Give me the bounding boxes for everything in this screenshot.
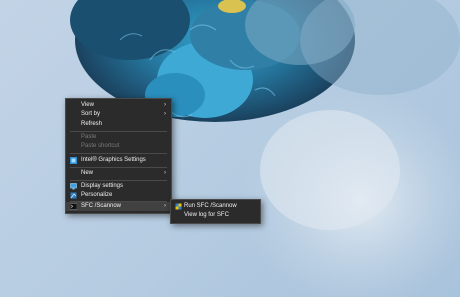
menu-item-label: SFC /Scannow bbox=[81, 203, 122, 209]
submenu-item-run-sfc[interactable]: Run SFC /Scannow bbox=[171, 202, 260, 211]
menu-item-sort-by[interactable]: Sort by › bbox=[66, 110, 171, 119]
desktop-context-menu: View › Sort by › Refresh Paste Paste sho… bbox=[65, 98, 172, 214]
terminal-icon bbox=[70, 203, 77, 210]
menu-item-sfc-scannow[interactable]: SFC /Scannow › bbox=[66, 202, 171, 211]
menu-item-intel-graphics-settings[interactable]: Intel® Graphics Settings bbox=[66, 156, 171, 165]
desktop[interactable]: View › Sort by › Refresh Paste Paste sho… bbox=[0, 0, 460, 297]
menu-separator bbox=[70, 167, 167, 168]
menu-item-refresh[interactable]: Refresh bbox=[66, 120, 171, 129]
menu-item-paste-shortcut[interactable]: Paste shortcut bbox=[66, 142, 171, 151]
intel-graphics-icon bbox=[70, 157, 77, 164]
menu-item-label: Sort by bbox=[81, 111, 101, 117]
menu-separator bbox=[70, 180, 167, 181]
submenu-item-label: Run SFC /Scannow bbox=[184, 203, 237, 209]
chevron-right-icon: › bbox=[164, 203, 166, 209]
menu-item-label: Paste bbox=[81, 134, 97, 140]
menu-item-label: New bbox=[81, 170, 94, 176]
menu-separator bbox=[70, 131, 167, 132]
menu-item-label: View bbox=[81, 102, 94, 108]
menu-item-label: Refresh bbox=[81, 121, 103, 127]
shield-icon bbox=[175, 203, 182, 210]
submenu-item-label: View log for SFC bbox=[184, 212, 229, 218]
menu-separator bbox=[70, 153, 167, 154]
submenu-item-view-log[interactable]: View log for SFC bbox=[171, 211, 260, 220]
chevron-right-icon: › bbox=[164, 102, 166, 108]
menu-item-display-settings[interactable]: Display settings bbox=[66, 182, 171, 191]
personalize-icon bbox=[70, 192, 77, 199]
sfc-submenu: Run SFC /Scannow View log for SFC bbox=[170, 199, 261, 224]
menu-item-personalize[interactable]: Personalize bbox=[66, 191, 171, 200]
chevron-right-icon: › bbox=[164, 170, 166, 176]
menu-item-view[interactable]: View › bbox=[66, 101, 171, 110]
chevron-right-icon: › bbox=[164, 111, 166, 117]
display-icon bbox=[70, 183, 77, 190]
menu-item-label: Intel® Graphics Settings bbox=[81, 157, 146, 163]
menu-item-label: Display settings bbox=[81, 183, 124, 189]
menu-item-new[interactable]: New › bbox=[66, 169, 171, 178]
menu-item-label: Personalize bbox=[81, 192, 113, 198]
menu-item-paste[interactable]: Paste bbox=[66, 133, 171, 142]
menu-item-label: Paste shortcut bbox=[81, 143, 120, 149]
